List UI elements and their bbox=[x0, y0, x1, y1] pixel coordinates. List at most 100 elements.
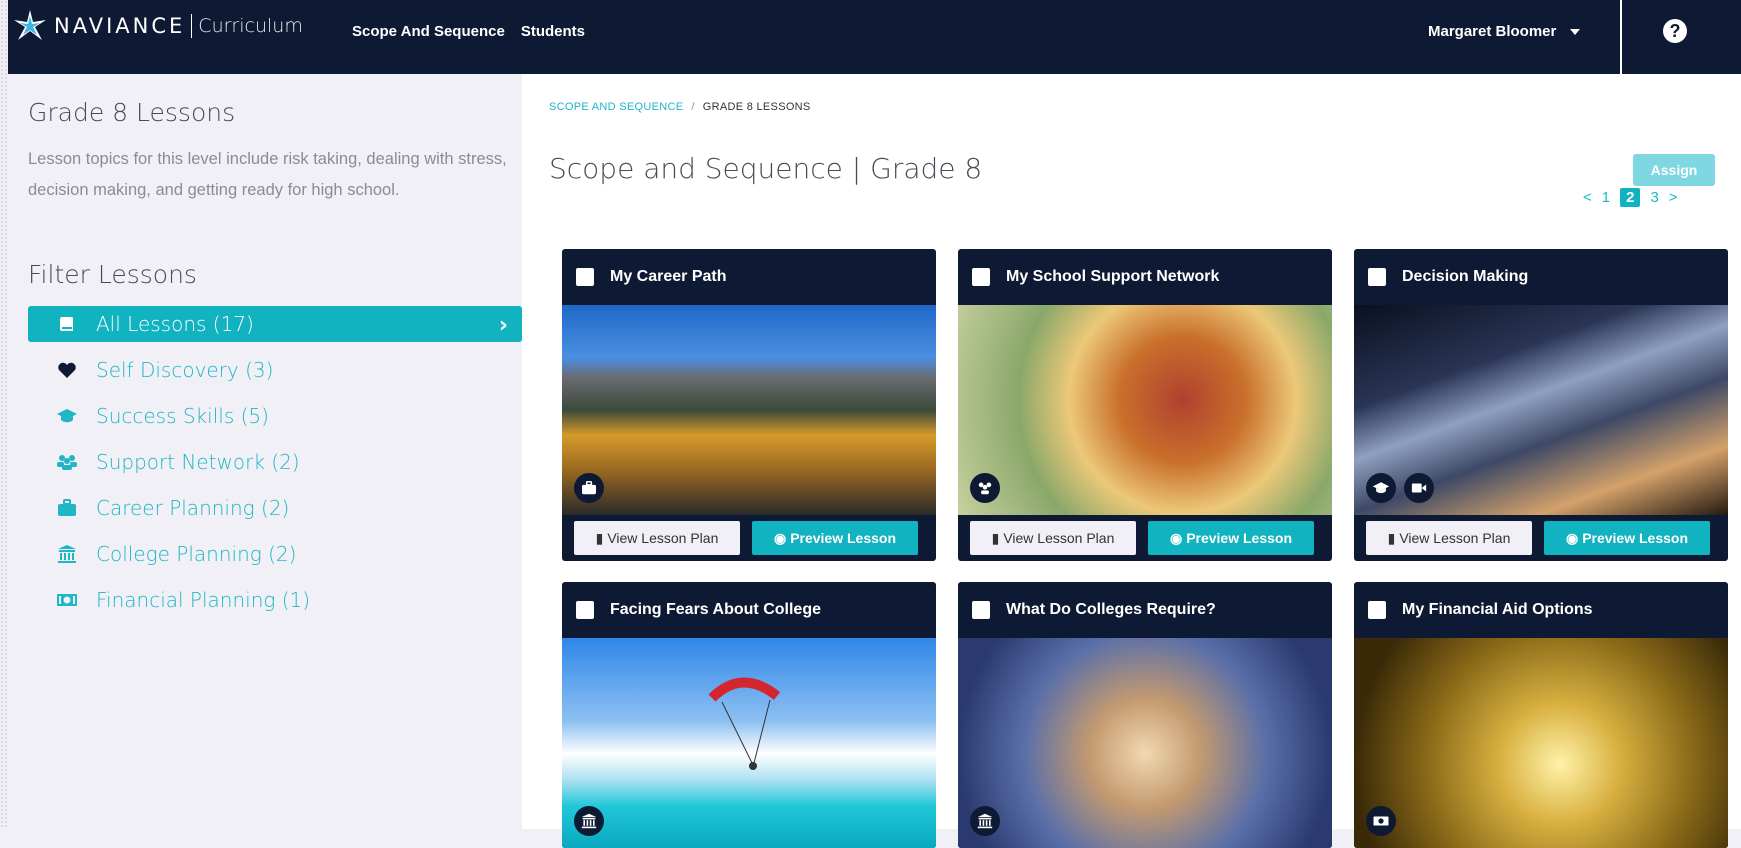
brand-name: NAVIANCE bbox=[54, 14, 186, 38]
filter-college-planning[interactable]: College Planning (2) bbox=[28, 536, 522, 572]
lesson-title[interactable]: My School Support Network bbox=[1006, 268, 1219, 286]
product-name: Curriculum bbox=[198, 15, 303, 37]
lesson-card-header: Facing Fears About College bbox=[562, 582, 936, 638]
lesson-checkbox[interactable] bbox=[1368, 268, 1386, 286]
filter-self-discovery[interactable]: Self Discovery (3) bbox=[28, 352, 522, 388]
lesson-card-header: Decision Making bbox=[1354, 249, 1728, 305]
video-camera-icon bbox=[1404, 473, 1434, 503]
lesson-card-header: What Do Colleges Require? bbox=[958, 582, 1332, 638]
pager-page-3[interactable]: 3 bbox=[1650, 189, 1658, 206]
lesson-actions: ▮ View Lesson Plan ◉ Preview Lesson bbox=[1354, 515, 1728, 561]
lesson-image[interactable] bbox=[1354, 305, 1728, 515]
preview-lesson-button[interactable]: ◉ Preview Lesson bbox=[752, 521, 918, 555]
sidebar-title: Grade 8 Lessons bbox=[28, 98, 236, 127]
briefcase-icon bbox=[574, 473, 604, 503]
lesson-badges bbox=[1366, 806, 1396, 836]
breadcrumb-separator: / bbox=[691, 101, 695, 113]
paraglider-graphic bbox=[708, 677, 781, 770]
heart-icon bbox=[56, 360, 78, 380]
filter-list: All Lessons (17) › Self Discovery (3) Su… bbox=[28, 306, 522, 628]
lesson-image[interactable] bbox=[1354, 638, 1728, 848]
users-icon bbox=[970, 473, 1000, 503]
lesson-badges bbox=[574, 473, 604, 503]
lesson-badges bbox=[970, 806, 1000, 836]
filter-label: Success Skills (5) bbox=[96, 404, 269, 428]
lesson-image[interactable] bbox=[958, 638, 1332, 848]
button-label: Preview Lesson bbox=[790, 530, 897, 546]
main-content: SCOPE AND SEQUENCE / GRADE 8 LESSONS Scope… bbox=[522, 74, 1741, 848]
preview-lesson-button[interactable]: ◉ Preview Lesson bbox=[1148, 521, 1314, 555]
lesson-checkbox[interactable] bbox=[576, 268, 594, 286]
eye-icon: ◉ bbox=[1565, 529, 1579, 546]
filter-label: Support Network (2) bbox=[96, 450, 300, 474]
sidebar-description: Lesson topics for this level include ris… bbox=[28, 150, 507, 199]
lesson-card-header: My Financial Aid Options bbox=[1354, 582, 1728, 638]
nav-students[interactable]: Students bbox=[521, 23, 585, 40]
lesson-image[interactable] bbox=[958, 305, 1332, 515]
view-lesson-plan-button[interactable]: ▮ View Lesson Plan bbox=[574, 521, 740, 555]
brand-divider bbox=[191, 14, 193, 38]
filter-label: Career Planning (2) bbox=[96, 496, 290, 520]
lesson-title[interactable]: What Do Colleges Require? bbox=[1006, 601, 1216, 619]
lesson-card: My School Support Network ▮ View Lesson P… bbox=[958, 249, 1332, 561]
graduation-cap-icon bbox=[56, 406, 78, 426]
lesson-image[interactable] bbox=[562, 638, 936, 848]
book-icon: ▮ bbox=[1387, 529, 1396, 546]
filter-support-network[interactable]: Support Network (2) bbox=[28, 444, 522, 480]
lesson-checkbox[interactable] bbox=[972, 268, 990, 286]
lesson-card: My Financial Aid Options bbox=[1354, 582, 1728, 848]
page-title: Scope and Sequence | Grade 8 bbox=[549, 152, 983, 185]
institution-icon bbox=[970, 806, 1000, 836]
institution-icon bbox=[56, 544, 78, 564]
filter-all-lessons[interactable]: All Lessons (17) › bbox=[28, 306, 522, 342]
help-icon[interactable]: ? bbox=[1663, 19, 1687, 43]
caret-down-icon bbox=[1570, 28, 1581, 35]
button-label: View Lesson Plan bbox=[607, 530, 719, 546]
lesson-title[interactable]: Decision Making bbox=[1402, 268, 1528, 286]
lesson-badges bbox=[1366, 473, 1434, 503]
help-divider bbox=[1620, 0, 1622, 74]
book-icon: ▮ bbox=[595, 529, 604, 546]
pager-page-2[interactable]: 2 bbox=[1620, 188, 1641, 207]
user-menu[interactable]: Margaret Bloomer bbox=[1428, 23, 1581, 40]
brand-logo[interactable]: NAVIANCE Curriculum bbox=[12, 8, 303, 44]
top-nav: Scope And Sequence Students bbox=[352, 23, 585, 40]
briefcase-icon bbox=[56, 498, 78, 518]
frame-edge bbox=[0, 0, 8, 829]
button-label: Preview Lesson bbox=[1582, 530, 1689, 546]
filter-success-skills[interactable]: Success Skills (5) bbox=[28, 398, 522, 434]
preview-lesson-button[interactable]: ◉ Preview Lesson bbox=[1544, 521, 1710, 555]
assign-button[interactable]: Assign bbox=[1633, 154, 1715, 186]
filter-label: College Planning (2) bbox=[96, 542, 297, 566]
sidebar: Grade 8 Lessons Lesson topics for this l… bbox=[8, 74, 522, 829]
lesson-title[interactable]: My Financial Aid Options bbox=[1402, 601, 1593, 619]
lesson-checkbox[interactable] bbox=[1368, 601, 1386, 619]
lesson-title[interactable]: Facing Fears About College bbox=[610, 601, 821, 619]
filter-career-planning[interactable]: Career Planning (2) bbox=[28, 490, 522, 526]
filter-label: All Lessons (17) bbox=[96, 312, 254, 336]
pager-prev[interactable]: < bbox=[1583, 189, 1592, 206]
filter-financial-planning[interactable]: Financial Planning (1) bbox=[28, 582, 522, 618]
naviance-star-icon bbox=[14, 10, 46, 40]
breadcrumb-link[interactable]: SCOPE AND SEQUENCE bbox=[549, 101, 683, 113]
button-label: View Lesson Plan bbox=[1003, 530, 1115, 546]
lesson-checkbox[interactable] bbox=[972, 601, 990, 619]
lesson-title[interactable]: My Career Path bbox=[610, 268, 727, 286]
top-navbar: NAVIANCE Curriculum Scope And Sequence S… bbox=[8, 0, 1741, 74]
lesson-checkbox[interactable] bbox=[576, 601, 594, 619]
lesson-image[interactable] bbox=[562, 305, 936, 515]
view-lesson-plan-button[interactable]: ▮ View Lesson Plan bbox=[970, 521, 1136, 555]
users-icon bbox=[56, 452, 78, 472]
filter-label: Self Discovery (3) bbox=[96, 358, 274, 382]
pager-next[interactable]: > bbox=[1669, 189, 1678, 206]
pagination: < 1 2 3 > bbox=[1583, 188, 1678, 207]
nav-scope-and-sequence[interactable]: Scope And Sequence bbox=[352, 23, 505, 40]
pager-page-1[interactable]: 1 bbox=[1602, 189, 1610, 206]
institution-icon bbox=[574, 806, 604, 836]
view-lesson-plan-button[interactable]: ▮ View Lesson Plan bbox=[1366, 521, 1532, 555]
filter-heading: Filter Lessons bbox=[28, 260, 197, 289]
lesson-actions: ▮ View Lesson Plan ◉ Preview Lesson bbox=[562, 515, 936, 561]
lesson-card: My Career Path ▮ View Lesson Plan ◉ Previe… bbox=[562, 249, 936, 561]
filter-label: Financial Planning (1) bbox=[96, 588, 311, 612]
eye-icon: ◉ bbox=[1169, 529, 1183, 546]
